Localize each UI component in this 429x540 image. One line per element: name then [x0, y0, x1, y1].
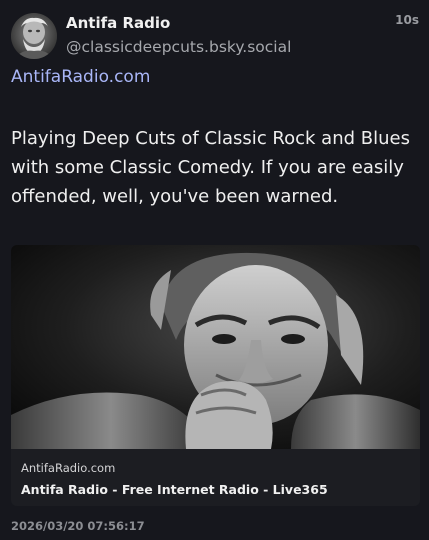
post-card: Antifa Radio @classicdeepcuts.bsky.socia…	[0, 0, 429, 540]
link-preview-domain: AntifaRadio.com	[21, 461, 116, 475]
avatar[interactable]	[11, 13, 57, 59]
portrait-photo-icon	[11, 245, 420, 449]
link-preview-image[interactable]	[11, 245, 420, 449]
absolute-timestamp: 2026/03/20 07:56:17	[11, 519, 145, 533]
profile-website-link[interactable]: AntifaRadio.com	[11, 67, 150, 87]
link-preview-card[interactable]: AntifaRadio.com Antifa Radio - Free Inte…	[11, 245, 420, 506]
relative-timestamp[interactable]: 10s	[395, 13, 419, 27]
post-text: Playing Deep Cuts of Classic Rock and Bl…	[11, 128, 410, 207]
author-display-name[interactable]: Antifa Radio	[66, 14, 170, 32]
link-preview-title: Antifa Radio - Free Internet Radio - Liv…	[21, 482, 328, 497]
author-handle[interactable]: @classicdeepcuts.bsky.social	[66, 38, 291, 56]
link-preview-meta[interactable]: AntifaRadio.com Antifa Radio - Free Inte…	[11, 449, 420, 506]
avatar-photo-icon	[11, 13, 57, 59]
